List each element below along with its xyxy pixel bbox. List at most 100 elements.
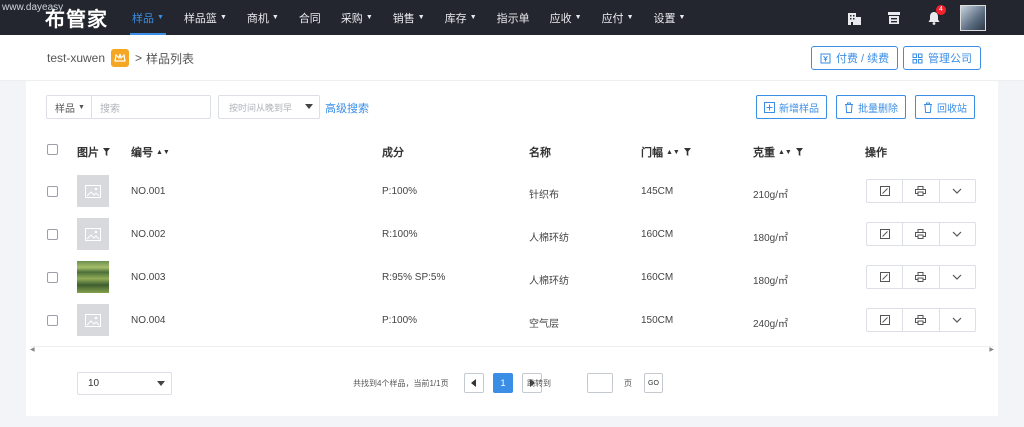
print-button[interactable] — [903, 309, 940, 331]
page-number-button[interactable]: 1 — [493, 373, 513, 393]
row-checkbox[interactable] — [47, 229, 58, 240]
go-button[interactable]: GO — [644, 373, 663, 393]
recycle-bin-button[interactable]: 回收站 — [915, 95, 975, 119]
nav-item-sample-basket[interactable]: 样品篮 ▼ — [174, 0, 237, 35]
edit-button[interactable] — [867, 266, 904, 288]
row-actions — [866, 265, 976, 289]
more-dropdown-button[interactable] — [940, 309, 975, 331]
building-icon[interactable] — [834, 0, 874, 35]
sample-thumbnail[interactable] — [77, 304, 109, 336]
sample-thumbnail[interactable] — [77, 218, 109, 250]
chevron-down-icon — [952, 274, 962, 280]
edit-button[interactable] — [867, 309, 904, 331]
sample-thumbnail[interactable] — [77, 175, 109, 207]
filter-icon[interactable] — [683, 148, 691, 156]
batch-delete-button[interactable]: 批量删除 — [836, 95, 906, 119]
jump-page-input[interactable] — [587, 373, 613, 393]
more-dropdown-button[interactable] — [940, 223, 975, 245]
cell-weight: 180g/㎡ — [753, 276, 789, 287]
nav-label: 商机 — [246, 12, 269, 25]
grid-icon — [912, 53, 923, 63]
nav-item-samples[interactable]: 样品 ▼ — [122, 0, 174, 35]
column-header-code[interactable]: 编号 ▲▼ — [131, 144, 170, 160]
cell-composition: P:100% — [382, 186, 418, 197]
sample-thumbnail[interactable] — [77, 261, 109, 293]
column-header-weight[interactable]: 克重 ▲▼ — [753, 144, 803, 160]
edit-button[interactable] — [867, 180, 904, 202]
nav-label: 销售 — [392, 12, 415, 25]
cell-weight: 240g/㎡ — [753, 319, 789, 330]
caret-down-icon: ▼ — [219, 14, 227, 21]
row-checkbox[interactable] — [47, 272, 58, 283]
store-icon[interactable] — [874, 0, 914, 35]
sort-icon: ▲▼ — [156, 148, 170, 156]
page-size-select[interactable]: 10 — [77, 372, 172, 395]
more-dropdown-button[interactable] — [940, 266, 975, 288]
more-dropdown-button[interactable] — [940, 180, 975, 202]
column-label: 编号 — [131, 147, 153, 159]
print-button[interactable] — [903, 180, 940, 202]
prev-page-button[interactable] — [464, 373, 484, 393]
payment-icon — [820, 53, 831, 63]
nav-label: 库存 — [444, 12, 467, 25]
cell-width: 150CM — [641, 315, 674, 326]
table-row[interactable]: NO.002 R:100% 人棉环纺 160CM 180g/㎡ — [26, 214, 998, 257]
avatar[interactable] — [960, 4, 986, 31]
edit-icon — [879, 229, 890, 239]
print-button[interactable] — [903, 266, 940, 288]
edit-icon — [879, 272, 890, 282]
sort-order-select[interactable]: 按时间从晚到早 — [218, 95, 320, 119]
table-row[interactable]: NO.003 R:95% SP:5% 人棉环纺 160CM 180g/㎡ — [26, 257, 998, 300]
row-actions — [866, 308, 976, 332]
breadcrumb-separator: > — [135, 51, 143, 65]
search-type-select[interactable]: 样品 ▼ — [47, 96, 92, 118]
manage-company-button[interactable]: 管理公司 — [903, 46, 981, 70]
column-label: 克重 — [753, 147, 775, 159]
add-sample-button[interactable]: 新增样品 — [756, 95, 827, 119]
edit-button[interactable] — [867, 223, 904, 245]
cell-width: 145CM — [641, 186, 674, 197]
horizontal-scrollbar[interactable]: ◀ ▶ — [30, 346, 994, 353]
table-row[interactable]: NO.001 P:100% 针织布 145CM 210g/㎡ — [26, 171, 998, 214]
plus-square-icon — [764, 101, 775, 113]
column-header-width[interactable]: 门幅 ▲▼ — [641, 144, 691, 160]
column-label: 操作 — [865, 147, 887, 159]
nav-item-payables[interactable]: 应付 ▼ — [592, 0, 644, 35]
logo[interactable]: www.dayeasy 布管家 — [0, 0, 120, 35]
cell-name: 针织布 — [529, 190, 559, 201]
nav-item-receivables[interactable]: 应收 ▼ — [540, 0, 592, 35]
page-size-value: 10 — [88, 378, 100, 389]
image-placeholder-icon — [85, 184, 101, 198]
caret-down-icon: ▼ — [271, 14, 279, 21]
select-all-checkbox[interactable] — [47, 144, 58, 155]
scroll-left-icon[interactable]: ◀ — [30, 346, 35, 353]
nav-item-sales[interactable]: 销售 ▼ — [383, 0, 435, 35]
batch-delete-label: 批量删除 — [858, 103, 898, 115]
nav-item-instructions[interactable]: 指示单 — [487, 0, 540, 35]
caret-down-icon: ▼ — [678, 14, 686, 21]
scroll-right-icon[interactable]: ▶ — [989, 346, 994, 353]
bell-icon[interactable]: 4 — [914, 0, 954, 35]
row-checkbox[interactable] — [47, 186, 58, 197]
row-checkbox[interactable] — [47, 315, 58, 326]
filter-icon[interactable] — [103, 148, 110, 156]
search-box: 样品 ▼ 搜索 — [46, 95, 211, 119]
nav-item-purchase[interactable]: 采购 ▼ — [331, 0, 383, 35]
nav-item-contracts[interactable]: 合同 — [289, 0, 331, 35]
cell-name: 人棉环纺 — [529, 233, 569, 244]
caret-down-icon: ▼ — [157, 14, 164, 21]
nav-item-inventory[interactable]: 库存 ▼ — [435, 0, 487, 35]
nav-item-opportunities[interactable]: 商机 ▼ — [237, 0, 289, 35]
cell-composition: R:100% — [382, 229, 418, 240]
column-header-actions: 操作 — [865, 144, 887, 160]
nav-item-settings[interactable]: 设置 ▼ — [644, 0, 696, 35]
print-button[interactable] — [903, 223, 940, 245]
advanced-search-link[interactable]: 高级搜索 — [325, 100, 369, 116]
caret-down-icon: ▼ — [574, 14, 582, 21]
row-actions — [866, 222, 976, 246]
filter-icon[interactable] — [795, 148, 803, 156]
pay-renew-button[interactable]: 付费 / 续费 — [811, 46, 899, 70]
table-row[interactable]: NO.004 P:100% 空气层 150CM 240g/㎡ — [26, 300, 998, 343]
breadcrumb-company[interactable]: test-xuwen — [47, 51, 105, 65]
search-input[interactable]: 搜索 — [92, 100, 210, 115]
